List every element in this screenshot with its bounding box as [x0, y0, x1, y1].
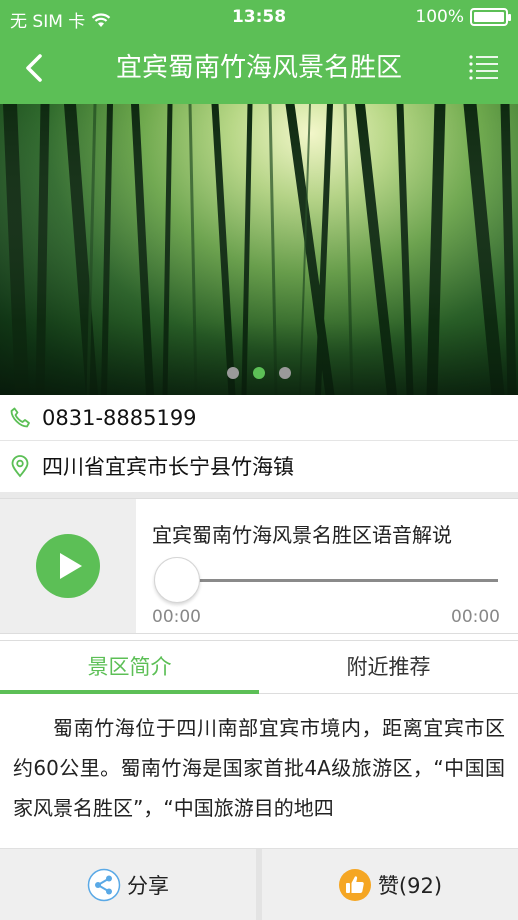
intro-text: 蜀南竹海位于四川南部宜宾市境内，距离宜宾市区约60公里。蜀南竹海是国家首批4A级…: [13, 716, 505, 820]
carousel-indicator: [0, 367, 518, 379]
location-pin-icon: [11, 455, 29, 478]
banner-carousel[interactable]: [0, 104, 518, 395]
bottom-action-bar: 分享 赞(92): [0, 848, 518, 920]
phone-row[interactable]: 0831-8885199: [0, 395, 518, 441]
status-bar: 无 SIM 卡 13:58 100%: [0, 0, 518, 34]
like-label: 赞(92): [377, 873, 443, 898]
audio-current-time: 00:00: [152, 607, 201, 627]
phone-icon: [10, 407, 30, 427]
contact-info: 0831-8885199 四川省宜宾市长宁县竹海镇: [0, 395, 518, 492]
carousel-dot[interactable]: [279, 367, 291, 379]
audio-progress-track[interactable]: [176, 579, 498, 582]
phone-number[interactable]: 0831-8885199: [42, 406, 197, 430]
battery-percent: 100%: [415, 7, 464, 27]
tab-bar: 景区简介 附近推荐: [0, 640, 518, 694]
nav-bar: 宜宾蜀南竹海风景名胜区: [0, 34, 518, 104]
share-label: 分享: [127, 873, 169, 898]
intro-content: 蜀南竹海位于四川南部宜宾市境内，距离宜宾市区约60公里。蜀南竹海是国家首批4A级…: [0, 694, 518, 848]
back-button[interactable]: [14, 48, 54, 88]
play-button[interactable]: [36, 534, 100, 598]
battery-icon: [470, 8, 511, 26]
bamboo-forest-image: [0, 104, 518, 395]
carousel-dot-active[interactable]: [253, 367, 265, 379]
audio-progress-knob[interactable]: [154, 557, 200, 603]
page-title: 宜宾蜀南竹海风景名胜区: [115, 53, 402, 83]
thumbs-up-icon: [338, 868, 371, 901]
address-row[interactable]: 四川省宜宾市长宁县竹海镇: [0, 443, 518, 489]
tab-intro[interactable]: 景区简介: [0, 641, 259, 694]
list-menu-icon[interactable]: [468, 50, 500, 86]
header: 无 SIM 卡 13:58 100% 宜宾蜀南竹海风景名胜区: [0, 0, 518, 104]
audio-title: 宜宾蜀南竹海风景名胜区语音解说: [152, 523, 452, 547]
share-button[interactable]: 分享: [0, 849, 256, 920]
carousel-dot[interactable]: [227, 367, 239, 379]
address-text: 四川省宜宾市长宁县竹海镇: [42, 455, 294, 479]
share-icon: [87, 868, 121, 901]
tab-nearby[interactable]: 附近推荐: [259, 641, 518, 693]
like-button[interactable]: 赞(92): [262, 849, 518, 920]
audio-player: 宜宾蜀南竹海风景名胜区语音解说 00:00 00:00: [0, 498, 518, 634]
audio-total-time: 00:00: [451, 607, 500, 627]
